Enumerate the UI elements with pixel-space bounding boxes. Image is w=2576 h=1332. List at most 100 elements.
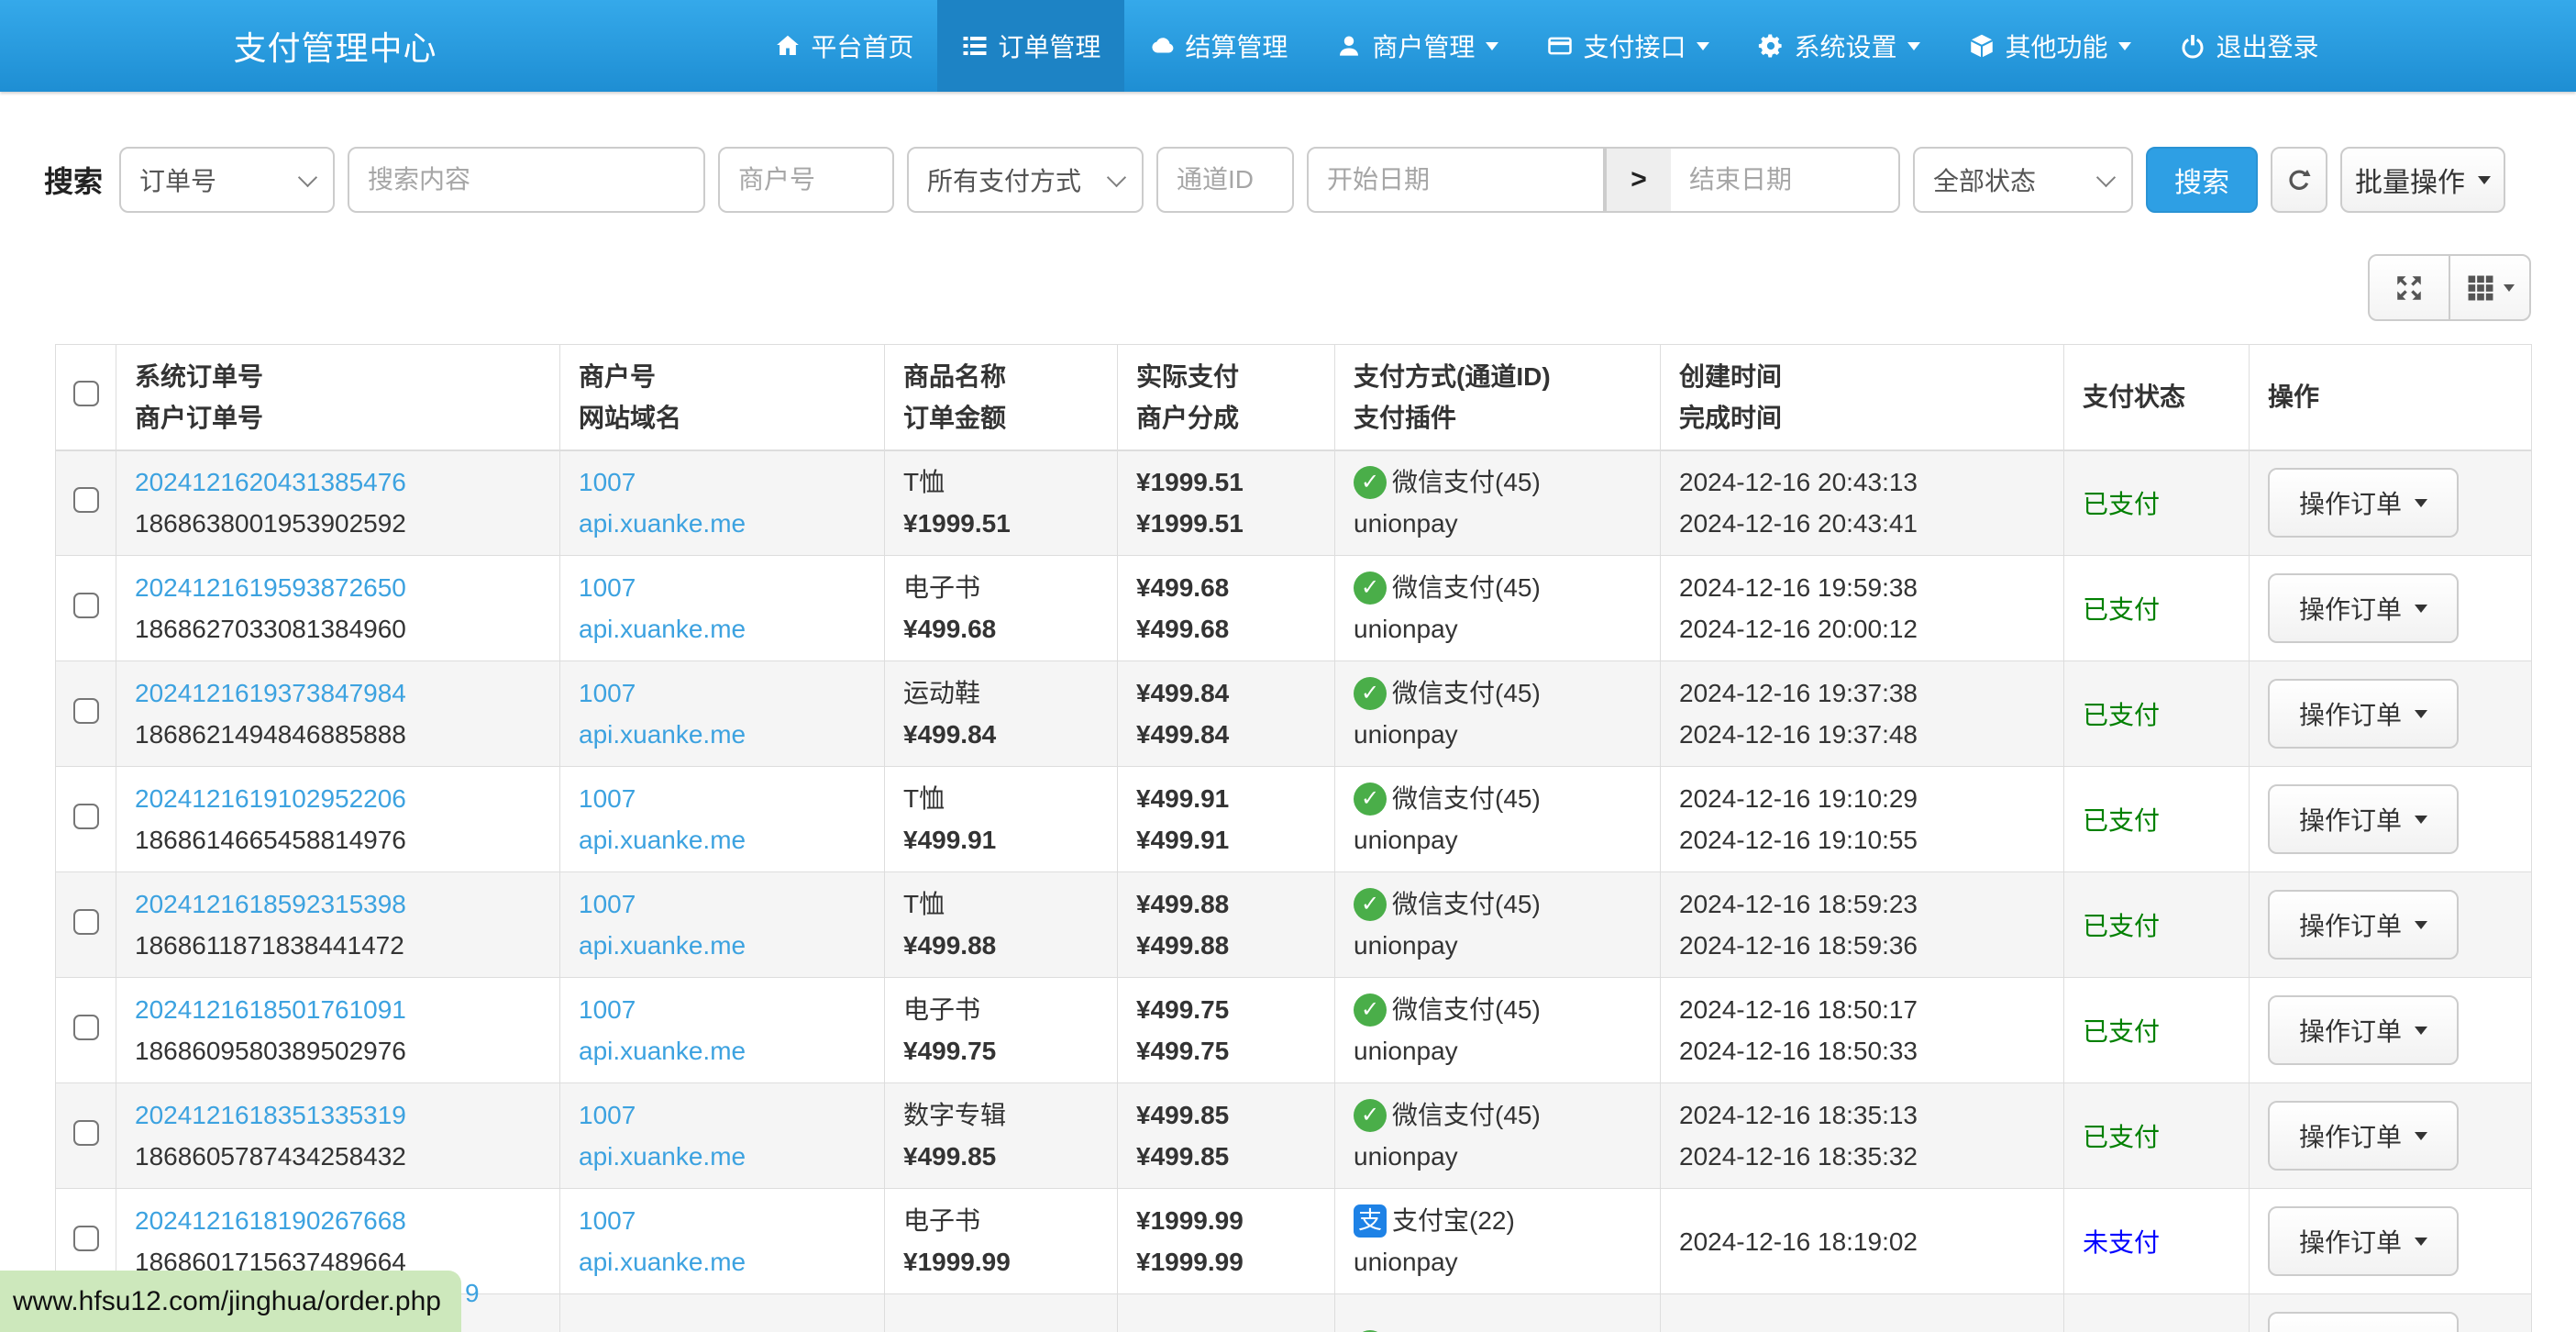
order-action-button[interactable]: 操作订单 [2268,784,2459,854]
nav-item-1[interactable]: 订单管理 [937,0,1124,92]
order-no-link[interactable]: 2024121618351335319 [135,1101,406,1129]
channel-id-input[interactable] [1156,147,1294,213]
select-all-checkbox[interactable] [73,381,99,406]
nav-item-5[interactable]: 系统设置 [1733,0,1944,92]
bulk-actions-button[interactable]: 批量操作 [2340,147,2505,213]
pay-method: 微信支付(45) [1392,778,1541,819]
domain-link[interactable]: api.xuanke.me [579,509,746,538]
paid-amount: ¥1999.71 [1136,1326,1334,1332]
order-no-link[interactable]: 2024121619593872650 [135,573,406,602]
caret-down-icon [2415,1027,2427,1035]
nav-item-2[interactable]: 结算管理 [1124,0,1311,92]
merchant-share: ¥499.75 [1136,1030,1334,1071]
nav-item-4[interactable]: 支付接口 [1522,0,1733,92]
status-select[interactable]: 全部状态 [1913,147,2133,213]
row-checkbox[interactable] [73,698,99,724]
domain-link[interactable]: api.xuanke.me [579,1037,746,1065]
start-date-input[interactable] [1307,147,1605,213]
nav-item-6[interactable]: 其他功能 [1944,0,2155,92]
paid-amount: ¥499.91 [1136,778,1334,819]
order-action-button[interactable]: 操作订单 [2268,573,2459,643]
col-header-status: 支付状态 [2083,376,2249,417]
order-no-link[interactable]: 2024121619373847984 [135,679,406,707]
product-name: 运动鞋 [903,672,1117,714]
row-checkbox[interactable] [73,487,99,513]
merchant-id-input[interactable] [718,147,894,213]
pay-plugin: unionpay [1354,608,1660,649]
caret-down-icon [1486,42,1498,50]
search-field-select[interactable]: 订单号 [119,147,335,213]
status-badge: 已支付 [2083,806,2160,835]
domain-link[interactable]: api.xuanke.me [579,931,746,960]
nav-item-0[interactable]: 平台首页 [750,0,937,92]
pay-method: 微信支付(45) [1392,1326,1541,1332]
list-icon [961,32,989,60]
search-keyword-input[interactable] [348,147,705,213]
merchant-id-link[interactable]: 1007 [579,468,636,496]
end-date-input[interactable] [1671,147,1900,213]
merchant-id-link[interactable]: 1007 [579,679,636,707]
fullscreen-button[interactable] [2368,254,2450,321]
date-range-group: > [1307,147,1900,213]
row-checkbox[interactable] [73,1226,99,1251]
order-no-link[interactable]: 2024121618592315398 [135,890,406,918]
col-header-paid: 实际支付 [1136,356,1334,397]
merchant-id-link[interactable]: 1007 [579,995,636,1024]
order-no-link[interactable]: 2024121618501761091 [135,995,406,1024]
merchant-id-link[interactable]: 1007 [579,890,636,918]
merchant-share: ¥499.91 [1136,819,1334,860]
columns-button[interactable] [2449,254,2531,321]
order-action-button[interactable]: 操作订单 [2268,679,2459,749]
merchant-id-link[interactable]: 1007 [579,1101,636,1129]
domain-link[interactable]: api.xuanke.me [579,615,746,643]
order-action-button[interactable]: 操作订单 [2268,1206,2459,1276]
refresh-button[interactable] [2271,147,2327,213]
merchant-order-no: 1868609580389502976 [135,1030,559,1071]
row-checkbox[interactable] [73,1120,99,1146]
product-name: 电子书 [903,567,1117,608]
brand-title[interactable]: 支付管理中心 [234,0,437,92]
merchant-id-link[interactable]: 1007 [579,784,636,813]
order-action-button[interactable]: 操作订单 [2268,1101,2459,1171]
merchant-order-no: 1868605787434258432 [135,1136,559,1177]
cloud-icon [1148,32,1176,60]
caret-down-icon [2504,284,2515,292]
caret-down-icon [2415,921,2427,929]
table-row: 2024121618351335319 1868605787434258432 … [56,1083,2532,1189]
domain-link[interactable]: api.xuanke.me [579,1248,746,1276]
created-time: 2024-12-16 18:59:23 [1679,883,2063,925]
search-label: 搜索 [44,159,103,201]
order-amount: ¥499.84 [903,714,1117,755]
pay-type-select[interactable]: 所有支付方式 [907,147,1144,213]
product-name: T恤 [903,883,1117,925]
home-icon [774,32,802,60]
order-no-link[interactable]: 2024121620431385476 [135,468,406,496]
domain-link[interactable]: api.xuanke.me [579,1142,746,1171]
row-checkbox[interactable] [73,593,99,618]
table-row: 2024121618501761091 1868609580389502976 … [56,978,2532,1083]
refresh-icon [2285,166,2313,194]
row-checkbox[interactable] [73,909,99,935]
completed-time: 2024-12-16 19:10:55 [1679,819,2063,860]
pay-plugin: unionpay [1354,925,1660,966]
domain-link[interactable]: api.xuanke.me [579,826,746,854]
table-toolbar [0,254,2531,321]
order-amount: ¥1999.51 [903,503,1117,544]
nav-item-7[interactable]: 退出登录 [2155,0,2342,92]
domain-link[interactable]: api.xuanke.me [579,720,746,749]
order-no-link[interactable]: 2024121619102952206 [135,784,406,813]
merchant-id-link[interactable]: 1007 [579,1206,636,1235]
order-action-button[interactable]: 操作订单 [2268,468,2459,538]
order-action-button[interactable]: 操作订单 [2268,995,2459,1065]
merchant-id-link[interactable]: 1007 [579,573,636,602]
order-no-link[interactable]: 2024121618190267668 [135,1206,406,1235]
merchant-share: ¥499.85 [1136,1136,1334,1177]
nav-item-3[interactable]: 商户管理 [1311,0,1522,92]
order-action-button[interactable]: 操作订单 [2268,890,2459,960]
caret-down-icon [2415,605,2427,613]
order-amount: ¥499.68 [903,608,1117,649]
order-action-button[interactable]: 操作订单 [2268,1312,2459,1332]
search-button[interactable]: 搜索 [2146,147,2258,213]
row-checkbox[interactable] [73,804,99,829]
row-checkbox[interactable] [73,1015,99,1040]
